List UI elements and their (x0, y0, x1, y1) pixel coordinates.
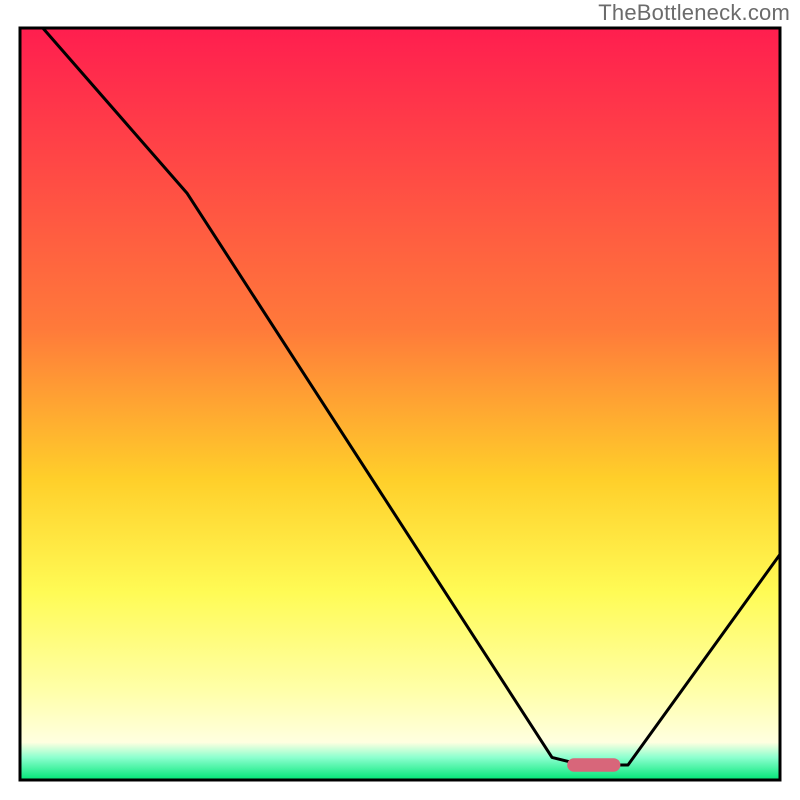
watermark-text: TheBottleneck.com (598, 0, 790, 26)
optimum-marker (567, 758, 620, 772)
bottleneck-chart (0, 0, 800, 800)
gradient-background (20, 28, 780, 780)
chart-container: TheBottleneck.com (0, 0, 800, 800)
